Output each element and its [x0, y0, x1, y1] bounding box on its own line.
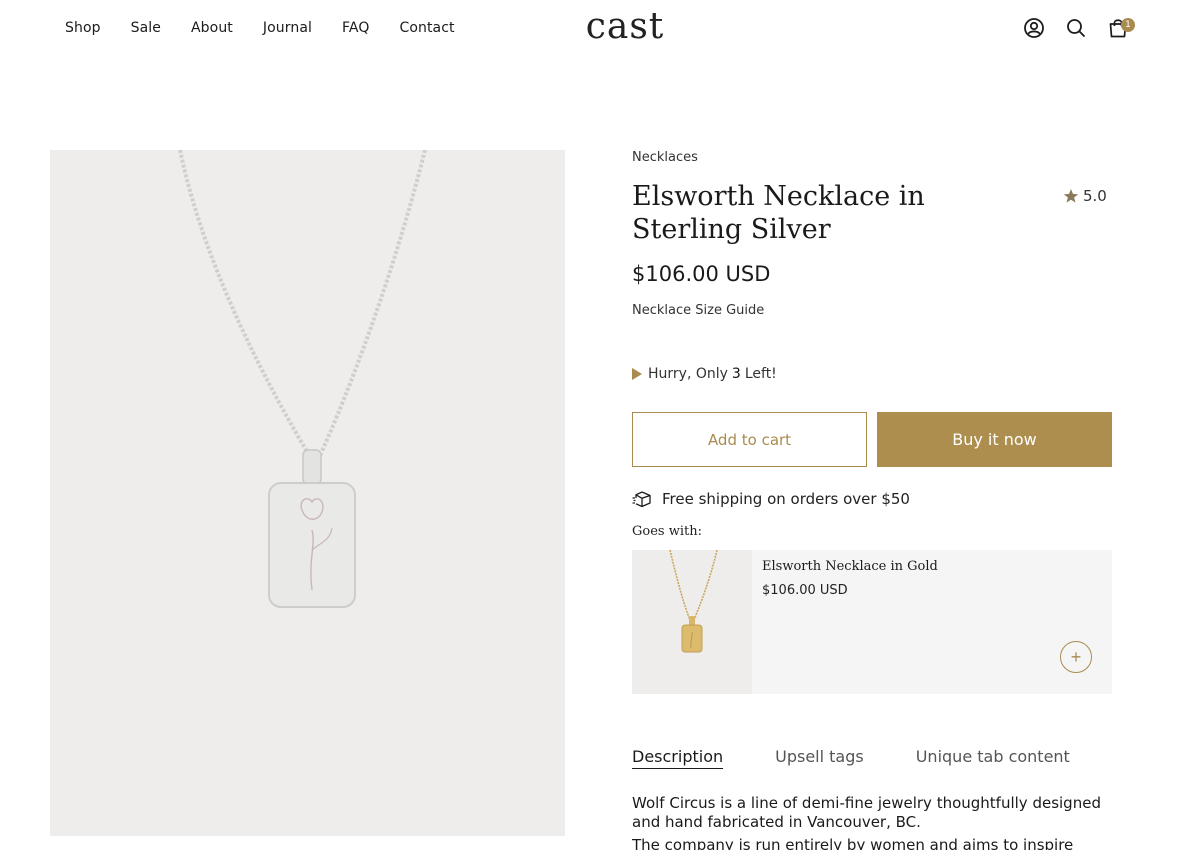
account-icon[interactable] [1023, 17, 1045, 39]
silver-necklace-image [178, 150, 427, 608]
upsell-image[interactable] [632, 549, 752, 694]
shipping-text: Free shipping on orders over $50 [662, 490, 910, 508]
product-image[interactable] [50, 150, 565, 836]
product-description: Wolf Circus is a line of demi-fine jewel… [632, 794, 1102, 850]
product-tabs: Description Upsell tags Unique tab conte… [632, 747, 1122, 769]
triangle-icon [632, 368, 642, 380]
main-nav: Shop Sale About Journal FAQ Contact [65, 19, 485, 37]
nav-contact[interactable]: Contact [399, 19, 454, 37]
product-rating[interactable]: 5.0 [1063, 187, 1107, 205]
gold-necklace-image [669, 549, 718, 653]
nav-about[interactable]: About [191, 19, 233, 37]
upsell-product-name[interactable]: Elsworth Necklace in Gold [762, 559, 938, 574]
package-icon [632, 491, 651, 508]
site-logo[interactable]: cast [580, 2, 670, 52]
site-header: Shop Sale About Journal FAQ Contact cast… [0, 0, 1178, 58]
add-to-cart-button[interactable]: Add to cart [632, 412, 867, 467]
upsell-add-button[interactable]: + [1060, 641, 1092, 673]
stock-count: 3 [731, 366, 741, 382]
shipping-notice: Free shipping on orders over $50 [632, 490, 910, 508]
description-paragraph: The company is run entirely by women and… [632, 836, 1074, 850]
cart-count-badge: 1 [1121, 18, 1135, 32]
tab-unique-content[interactable]: Unique tab content [916, 747, 1070, 769]
buy-now-button[interactable]: Buy it now [877, 412, 1112, 467]
stock-notice: Hurry, Only 3 Left! [632, 366, 777, 382]
stock-suffix: Left! [744, 366, 777, 382]
size-guide-link[interactable]: Necklace Size Guide [632, 303, 764, 318]
product-category[interactable]: Necklaces [632, 150, 698, 165]
star-icon [1063, 189, 1079, 203]
tab-description[interactable]: Description [632, 747, 724, 769]
nav-sale[interactable]: Sale [131, 19, 161, 37]
rating-value: 5.0 [1083, 187, 1107, 205]
nav-faq[interactable]: FAQ [342, 19, 369, 37]
stock-prefix: Hurry, Only [648, 366, 728, 382]
nav-journal[interactable]: Journal [263, 19, 312, 37]
goes-with-label: Goes with: [632, 524, 702, 539]
plus-icon: + [1070, 647, 1082, 667]
nav-shop[interactable]: Shop [65, 19, 101, 37]
product-price: $106.00 USD [632, 262, 771, 286]
search-icon[interactable] [1065, 17, 1087, 39]
upsell-product-price: $106.00 USD [762, 583, 848, 598]
tab-upsell-tags[interactable]: Upsell tags [775, 747, 864, 769]
product-title: Elsworth Necklace in Sterling Silver [632, 181, 925, 245]
upsell-card[interactable]: Elsworth Necklace in Gold $106.00 USD + [632, 549, 1112, 694]
description-paragraph: Wolf Circus is a line of demi-fine jewel… [632, 794, 1101, 831]
